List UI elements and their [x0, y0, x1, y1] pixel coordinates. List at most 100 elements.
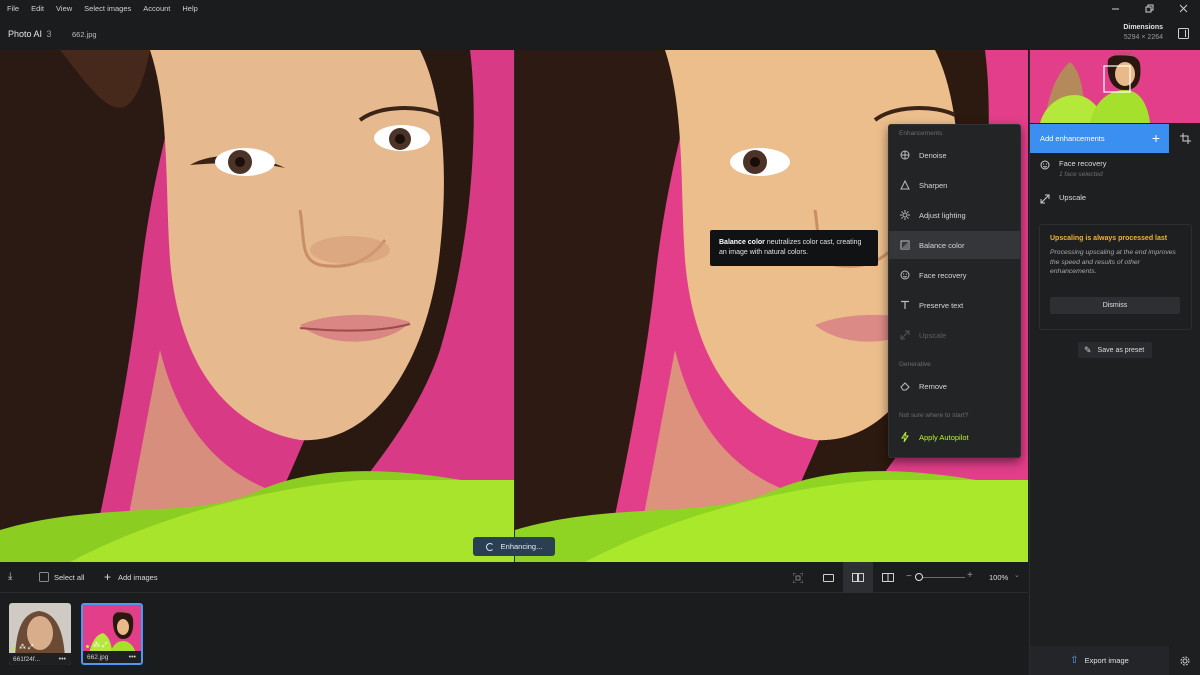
- export-image-button[interactable]: ⇧ Export image: [1030, 646, 1169, 675]
- zoom-slider[interactable]: [917, 577, 965, 578]
- enhanced-dot-icon: [86, 645, 89, 648]
- menu-item-preserve-text[interactable]: Preserve text: [889, 291, 1020, 319]
- enhancing-status: Enhancing...: [473, 537, 555, 556]
- film-caption: 662.jpg •••: [83, 651, 141, 663]
- split-view-button[interactable]: [873, 562, 903, 593]
- menu-account[interactable]: Account: [137, 0, 176, 17]
- menu-item-label: Sharpen: [919, 180, 948, 190]
- export-settings-button[interactable]: [1169, 646, 1200, 675]
- select-all-checkbox[interactable]: [39, 572, 49, 582]
- film-item-2[interactable]: ⁂ ⤢ 662.jpg •••: [81, 603, 143, 665]
- menu-item-denoise[interactable]: Denoise: [889, 141, 1020, 169]
- dimensions-readout: Dimensions 5294 × 2264: [1123, 24, 1163, 41]
- upscale-notice: Upscaling is always processed last Proce…: [1039, 224, 1192, 330]
- menu-item-label: Upscale: [919, 330, 947, 340]
- filmstrip: ⁂ ⤢ 661f24f... ••• ⁂ ⤢ 662.jpg •••: [0, 593, 1028, 675]
- crop-icon: [1179, 133, 1191, 144]
- face-icon: [899, 269, 911, 281]
- face-recovery-row[interactable]: Face recovery 1 face selected: [1030, 159, 1200, 178]
- close-button[interactable]: [1166, 0, 1200, 17]
- more-icon[interactable]: •••: [129, 654, 136, 661]
- single-view-button[interactable]: [813, 562, 843, 593]
- image-preview[interactable]: [0, 50, 1028, 562]
- add-icon[interactable]: +: [104, 570, 111, 584]
- single-view-icon: [822, 573, 834, 582]
- menu-item-label: Denoise: [919, 150, 947, 160]
- zoom-out-button[interactable]: −: [906, 571, 912, 582]
- menu-item-adjust-lighting[interactable]: Adjust lighting: [889, 201, 1020, 229]
- app-version: 3: [46, 29, 52, 39]
- preset-icon: ✎: [1084, 344, 1092, 355]
- dismiss-button[interactable]: Dismiss: [1050, 297, 1180, 314]
- denoise-icon: [899, 149, 911, 161]
- menu-edit[interactable]: Edit: [25, 0, 50, 17]
- add-enhancements-button[interactable]: Add enhancements +: [1030, 124, 1169, 153]
- menu-view[interactable]: View: [50, 0, 78, 17]
- side-by-side-view-button[interactable]: [843, 562, 873, 593]
- enhancements-menu: Enhancements Denoise Sharpen Adjust ligh…: [888, 124, 1021, 458]
- download-icon[interactable]: ⤓: [8, 571, 12, 582]
- menu-file[interactable]: File: [0, 0, 25, 17]
- add-enhancements-label: Add enhancements: [1040, 134, 1105, 143]
- navigator-thumbnail[interactable]: [1030, 50, 1200, 123]
- zoom-value[interactable]: 100%: [989, 573, 1008, 582]
- more-icon[interactable]: •••: [59, 656, 66, 663]
- menu-item-balance-color[interactable]: Balance color: [889, 231, 1020, 259]
- panel-toggle-icon[interactable]: [1178, 28, 1189, 39]
- menu-item-sharpen[interactable]: Sharpen: [889, 171, 1020, 199]
- face-icon: [1039, 159, 1051, 171]
- crop-button[interactable]: [1169, 124, 1200, 153]
- save-preset-button[interactable]: ✎ Save as preset: [1078, 342, 1152, 358]
- app-name: Photo AI: [8, 29, 43, 39]
- title-bar: Photo AI 3 662.jpg Dimensions 5294 × 226…: [0, 17, 1200, 50]
- menu-item-upscale: Upscale: [889, 321, 1020, 349]
- lightning-icon: [899, 431, 911, 443]
- menu-item-label: Balance color: [919, 240, 965, 250]
- sharpen-icon: [899, 179, 911, 191]
- dimensions-value: 5294 × 2264: [1123, 34, 1163, 41]
- select-all-label[interactable]: Select all: [54, 573, 84, 582]
- notice-body: Processing upscaling at the end improves…: [1050, 249, 1176, 275]
- menu-bar: File Edit View Select images Account Hel…: [0, 0, 1200, 17]
- menu-help[interactable]: Help: [176, 0, 203, 17]
- window-controls: [1098, 0, 1200, 17]
- zoom-in-button[interactable]: +: [967, 570, 973, 581]
- film-name: 661f24f...: [13, 655, 41, 663]
- upscale-row[interactable]: Upscale: [1030, 193, 1200, 205]
- menu-item-label: Apply Autopilot: [919, 432, 969, 442]
- app-title: Photo AI 3: [8, 29, 52, 39]
- film-item-1[interactable]: ⁂ ⤢ 661f24f... •••: [9, 603, 71, 665]
- fit-view-button[interactable]: [783, 562, 813, 593]
- maximize-button[interactable]: [1132, 0, 1166, 17]
- section-enhancements: Enhancements: [899, 130, 943, 137]
- menu-select-images[interactable]: Select images: [78, 0, 137, 17]
- enhanced-dot-icon: [12, 647, 15, 650]
- upscale-title: Upscale: [1059, 193, 1087, 202]
- chevron-down-icon[interactable]: ⌄: [1014, 571, 1020, 579]
- menu-item-label: Face recovery: [919, 270, 967, 280]
- gear-icon: [1180, 656, 1190, 665]
- export-label: Export image: [1084, 656, 1129, 665]
- zoom-slider-handle[interactable]: [915, 573, 924, 581]
- side-by-side-icon: [852, 573, 864, 582]
- menu-item-face-recovery[interactable]: Face recovery: [889, 261, 1020, 289]
- minimize-icon: [1111, 8, 1119, 10]
- menu-item-remove[interactable]: Remove: [889, 372, 1020, 400]
- apply-autopilot-button[interactable]: Apply Autopilot: [889, 423, 1020, 451]
- lighting-icon: [899, 209, 911, 221]
- eraser-icon: [899, 380, 911, 392]
- balance-color-tooltip: Balance color neutralizes color cast, cr…: [710, 230, 878, 266]
- add-images-button[interactable]: Add images: [118, 573, 158, 582]
- autopilot-hint: Not sure where to start?: [899, 412, 969, 419]
- original-image: [0, 50, 514, 562]
- section-generative: Generative: [899, 361, 931, 368]
- enhancement-badges-icon: ⁂ ⤢: [19, 644, 34, 651]
- right-panel: Add enhancements + Face recovery 1 face …: [1029, 50, 1200, 675]
- restore-icon: [1145, 4, 1153, 13]
- menu-item-label: Preserve text: [919, 300, 964, 310]
- minimize-button[interactable]: [1098, 0, 1132, 17]
- file-name: 662.jpg: [72, 30, 97, 39]
- photo-ai-window: File Edit View Select images Account Hel…: [0, 0, 1200, 675]
- film-caption: 661f24f... •••: [9, 653, 71, 665]
- export-icon: ⇧: [1070, 655, 1079, 666]
